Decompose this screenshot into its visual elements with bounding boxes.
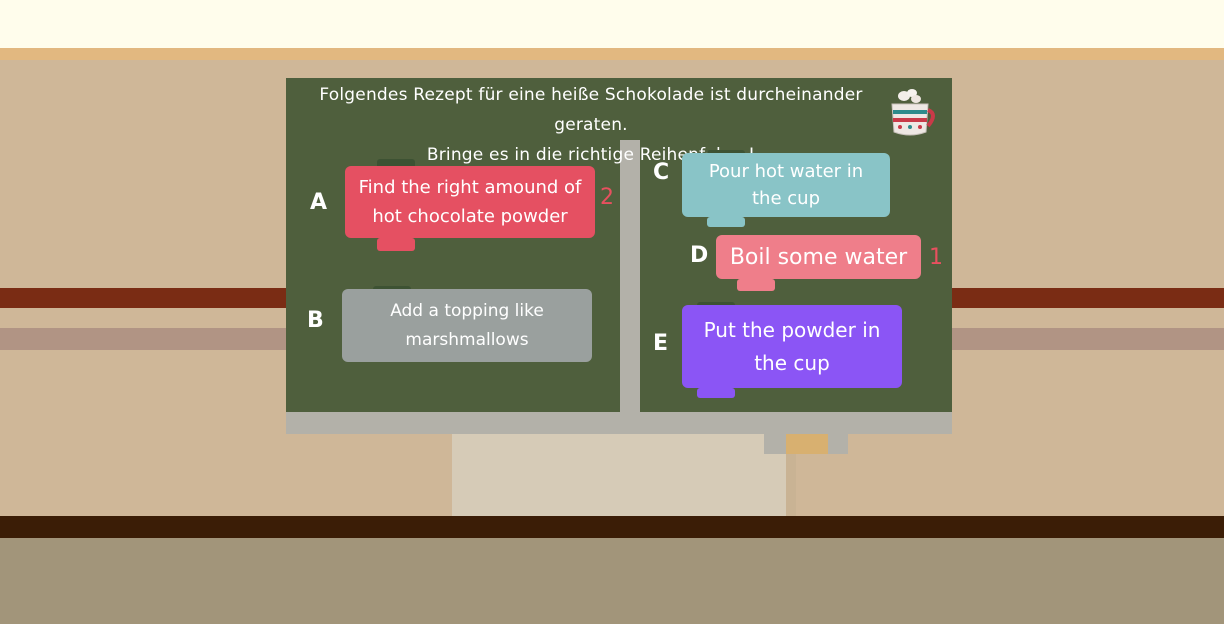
step-d-letter: D [690, 243, 709, 268]
step-a-text: Find the right amound of hot chocolate p… [358, 177, 582, 227]
hot-chocolate-mug-icon [891, 89, 935, 136]
step-e-bottom-notch [697, 388, 735, 398]
board-stand [452, 434, 786, 516]
step-a-bottom-notch [377, 238, 415, 251]
step-e-block[interactable]: Put the powder in the cup [682, 305, 902, 388]
step-d-bottom-notch [737, 279, 775, 291]
step-b-letter: B [307, 308, 324, 333]
step-c-text: Pour hot water in the cup [708, 161, 864, 209]
chalk-piece [786, 434, 828, 454]
step-c-block[interactable]: Pour hot water in the cup [682, 153, 890, 217]
step-b-block[interactable]: Add a topping like marshmallows [342, 289, 592, 362]
ceiling-trim [0, 48, 1224, 60]
step-a-block[interactable]: Find the right amound of hot chocolate p… [345, 166, 595, 238]
step-b-text: Add a topping like marshmallows [390, 300, 544, 350]
step-c-bottom-notch [707, 217, 745, 227]
step-d-order-number: 1 [929, 245, 943, 270]
floor [0, 538, 1224, 624]
instruction-line-1: Folgendes Rezept für eine heiße Schokola… [319, 85, 863, 135]
step-d-block[interactable]: Boil some water [716, 235, 921, 279]
floor-baseboard [0, 516, 1224, 538]
step-c-letter: C [653, 160, 670, 185]
step-a-order-number: 2 [600, 185, 614, 210]
step-d-text: Boil some water [729, 244, 908, 270]
step-e-text: Put the powder in the cup [703, 317, 881, 375]
step-a-letter: A [310, 190, 328, 215]
step-e-letter: E [653, 331, 669, 356]
ceiling-band [0, 0, 1224, 48]
